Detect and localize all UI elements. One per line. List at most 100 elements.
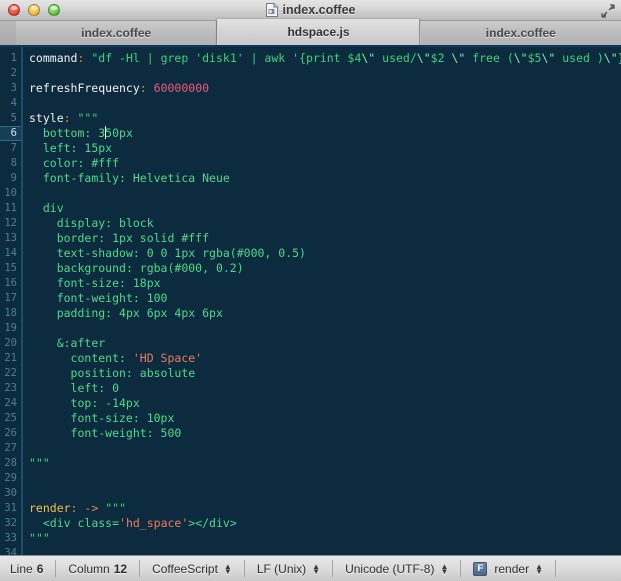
line-number: 20: [4, 337, 17, 349]
code-line: div: [42, 201, 64, 215]
code-content[interactable]: command: "df -Hl | grep 'disk1' | awk '{…: [23, 47, 621, 555]
minimize-button[interactable]: [28, 4, 40, 16]
tab-bar: index.coffee hdspace.js index.coffee: [0, 19, 621, 47]
line-number: 14: [4, 247, 17, 259]
line-number-gutter: 1 2 3 4 5 6 7 8 9 10 11 12 13 14 15 16 17 18 19 20 21 22 23 24 2…: [0, 47, 23, 555]
code-editor[interactable]: 1 2 3 4 5 6 7 8 9 10 11 12 13 14 15 16 17 18 19 20 21 22 23 24 2…: [0, 47, 621, 555]
code-line: render: -> """: [29, 501, 126, 515]
code-line: content: 'HD Space': [70, 351, 203, 365]
chevron-updown-icon[interactable]: ▲ ▼: [440, 562, 448, 575]
line-number: 19: [4, 322, 17, 334]
zoom-button[interactable]: [48, 4, 60, 16]
code-line: color: #fff: [42, 156, 120, 170]
document-icon: [265, 3, 278, 17]
line-number: 26: [4, 427, 17, 439]
tab-label: hdspace.js: [287, 25, 350, 39]
line-number: 9: [10, 172, 17, 184]
code-line: font-size: 10px: [70, 411, 175, 425]
line-number: 8: [10, 157, 17, 169]
line-number: 17: [4, 292, 17, 304]
code-line: position: absolute: [70, 366, 196, 380]
line-number: 5: [10, 112, 17, 124]
status-line-value: 6: [36, 561, 44, 576]
line-number: 4: [10, 97, 17, 109]
line-number: 23: [4, 382, 17, 394]
line-number: 2: [10, 67, 17, 79]
line-number: 1: [10, 52, 17, 64]
line-number: 24: [4, 397, 17, 409]
tab-index-coffee-2[interactable]: index.coffee: [419, 21, 621, 45]
close-button[interactable]: [8, 4, 20, 16]
line-number: 10: [4, 187, 17, 199]
code-line: padding: 4px 6px 4px 6px: [56, 306, 223, 320]
line-number: 30: [4, 487, 17, 499]
status-bar: Line 6 Column 12 CoffeeScript ▲ ▼ LF (Uni…: [0, 555, 621, 581]
function-badge-icon: F: [473, 561, 488, 576]
code-line: left: 0: [70, 381, 120, 395]
tab-index-coffee-1[interactable]: index.coffee: [16, 21, 218, 45]
chevron-updown-icon[interactable]: ▲ ▼: [312, 562, 320, 575]
code-line: bottom: 350px: [42, 126, 133, 140]
code-line: refreshFrequency: 60000000: [29, 81, 210, 95]
window-title: index.coffee: [282, 3, 356, 17]
line-number: 18: [4, 307, 17, 319]
code-line: background: rgba(#000, 0.2): [56, 261, 244, 275]
line-number: 6: [0, 126, 21, 141]
status-grammar-selector[interactable]: CoffeeScript ▲ ▼: [140, 560, 245, 577]
line-number: 25: [4, 412, 17, 424]
fullscreen-icon[interactable]: [600, 3, 616, 19]
status-line-label: Line: [10, 561, 33, 576]
status-column[interactable]: Column 12: [56, 560, 141, 577]
code-line: display: block: [56, 216, 154, 230]
line-number: 31: [4, 502, 17, 514]
window-controls: [0, 4, 60, 16]
status-encoding-label: Unicode (UTF-8): [345, 561, 435, 576]
code-line: text-shadow: 0 0 1px rgba(#000, 0.5): [56, 246, 306, 260]
line-number: 34: [4, 547, 17, 555]
code-line: font-size: 18px: [56, 276, 161, 290]
line-number: 3: [10, 82, 17, 94]
line-number: 13: [4, 232, 17, 244]
line-number: 11: [4, 202, 17, 214]
status-line[interactable]: Line 6: [10, 560, 57, 577]
code-line: &:after: [56, 336, 106, 350]
code-line: font-weight: 100: [56, 291, 168, 305]
window-title-group: index.coffee: [0, 3, 621, 17]
status-encoding-selector[interactable]: Unicode (UTF-8) ▲ ▼: [333, 560, 462, 577]
code-line: <div class='hd_space'></div>: [42, 516, 237, 530]
chevron-updown-icon[interactable]: ▲ ▼: [224, 562, 232, 575]
code-line: style: """: [29, 111, 99, 125]
line-number: 16: [4, 277, 17, 289]
code-line: font-weight: 500: [70, 426, 182, 440]
code-line: font-family: Helvetica Neue: [42, 171, 230, 185]
status-line-ending-label: LF (Unix): [256, 561, 307, 576]
status-column-label: Column: [68, 561, 110, 576]
status-function-selector[interactable]: F render ▲ ▼: [461, 560, 556, 577]
editor-window: index.coffee index.coffee hdspace.js ind…: [0, 0, 621, 581]
line-number: 21: [4, 352, 17, 364]
status-function-label: render: [494, 561, 530, 576]
chevron-updown-icon[interactable]: ▲ ▼: [535, 562, 543, 575]
line-number: 7: [10, 142, 17, 154]
line-number: 29: [4, 472, 17, 484]
status-column-value: 12: [113, 561, 128, 576]
code-line: border: 1px solid #fff: [56, 231, 210, 245]
title-bar: index.coffee: [0, 0, 621, 21]
tab-hdspace-js[interactable]: hdspace.js: [217, 19, 420, 45]
code-line: top: -14px: [70, 396, 140, 410]
line-number: 33: [4, 532, 17, 544]
line-number: 28: [4, 457, 17, 469]
code-line: """: [29, 456, 50, 470]
code-line: """: [29, 531, 50, 545]
line-number: 22: [4, 367, 17, 379]
line-number: 12: [4, 217, 17, 229]
code-line: left: 15px: [42, 141, 113, 155]
status-line-ending-selector[interactable]: LF (Unix) ▲ ▼: [245, 560, 334, 577]
line-number: 15: [4, 262, 17, 274]
